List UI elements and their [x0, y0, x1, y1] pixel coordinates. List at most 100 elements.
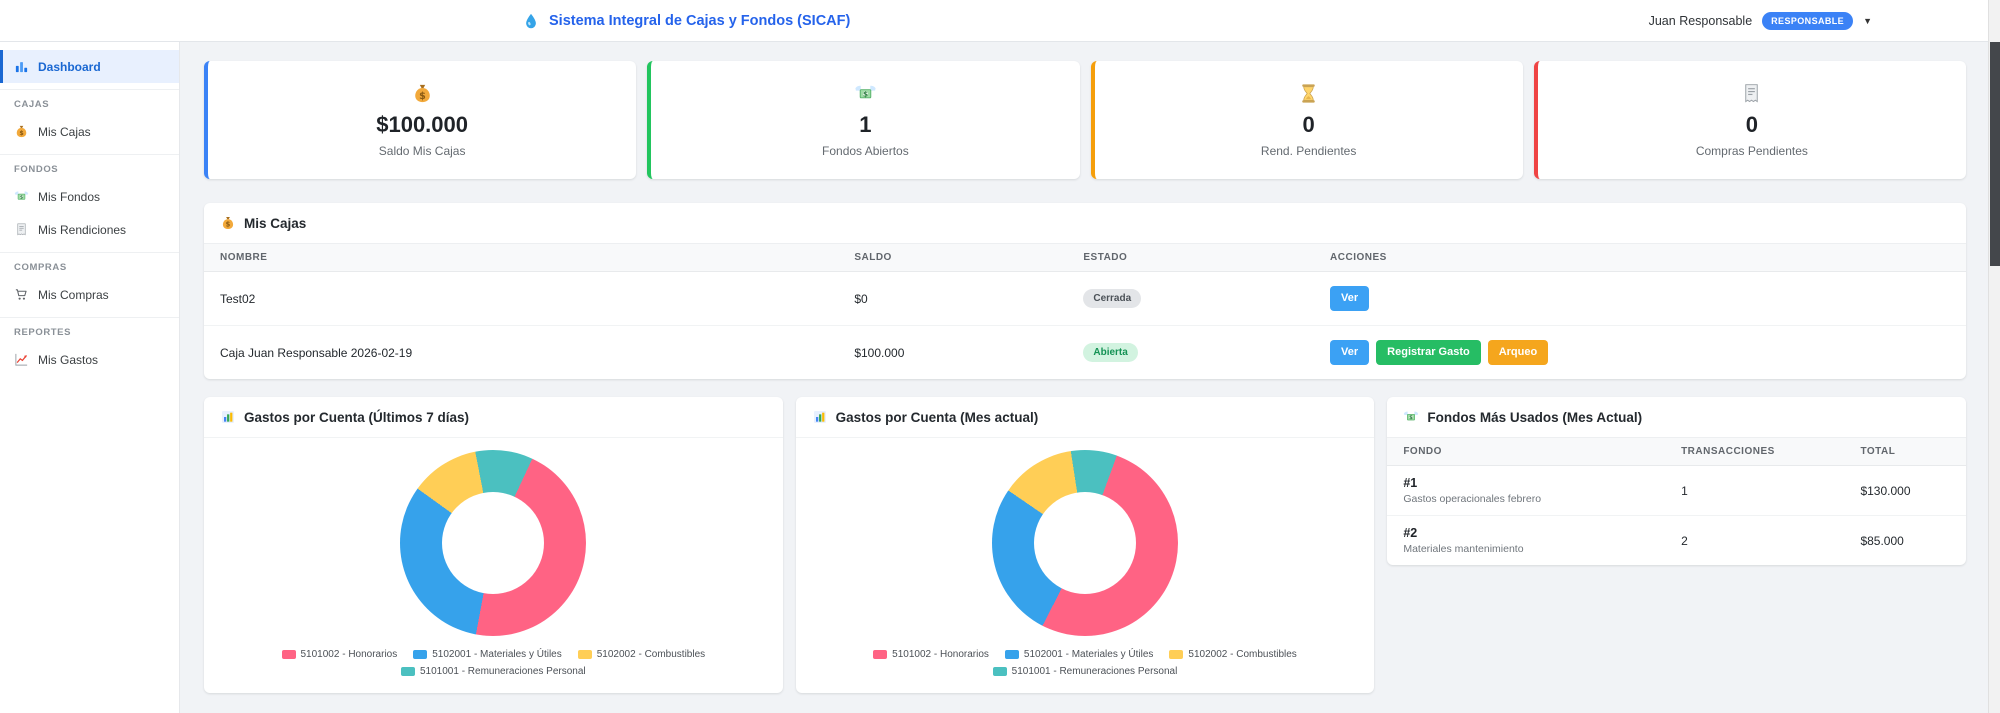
- legend-label: 5102002 - Combustibles: [596, 649, 706, 661]
- chart-title: Gastos por Cuenta (Mes actual): [835, 409, 1039, 425]
- legend-swatch: [1169, 650, 1184, 660]
- chevron-down-icon[interactable]: ▼: [1863, 16, 1872, 26]
- mis-cajas-tbody: Test02 $0 Cerrada Ver Caja Juan Responsable …: [204, 271, 1966, 380]
- fondos-table: FONDO TRANSACCIONES TOTAL #1 Gastos opera…: [1387, 437, 1966, 565]
- cell-acciones: Ver: [1314, 271, 1966, 327]
- card-title: Fondos Más Usados (Mes Actual): [1427, 409, 1643, 425]
- table-row: Caja Juan Responsable 2026-02-19 $100.000…: [204, 326, 1966, 380]
- legend-item[interactable]: 5102002 - Combustibles: [577, 649, 706, 661]
- svg-text:$: $: [863, 90, 868, 99]
- legend-item[interactable]: 5102002 - Combustibles: [1169, 649, 1297, 661]
- app-root: Sistema Integral de Cajas y Fondos (SICA…: [0, 0, 2000, 713]
- sidebar-item-mis-cajas[interactable]: $ Mis Cajas: [0, 115, 179, 148]
- role-badge: RESPONSABLE: [1762, 11, 1854, 30]
- column-header-total: TOTAL: [1844, 437, 1966, 467]
- main-content: $ $100.000 Saldo Mis Cajas $1 Fondos Abierto…: [180, 42, 2000, 713]
- chart-card-gastos-7-dias: Gastos por Cuenta (Últimos 7 días) 51010…: [204, 397, 783, 694]
- stat-label: Rend. Pendientes: [1260, 143, 1357, 158]
- registrar-gasto-button[interactable]: Registrar Gasto: [1376, 340, 1481, 366]
- cell-transacciones: 1: [1665, 465, 1845, 517]
- legend-label: 5102002 - Combustibles: [1188, 649, 1297, 661]
- stat-label: Compras Pendientes: [1695, 143, 1808, 158]
- cell-nombre: Caja Juan Responsable 2026-02-19: [220, 345, 413, 360]
- stat-value: 0: [1302, 112, 1315, 138]
- sidebar-item-mis-compras[interactable]: Mis Compras: [0, 278, 179, 311]
- stat-card-rend-pendientes: 0 Rend. Pendientes: [1090, 61, 1523, 179]
- stat-card-compras-pendientes: 0 Compras Pendientes: [1533, 61, 1966, 179]
- bar-chart-icon: [220, 409, 236, 425]
- legend-label: 5101002 - Honorarios: [300, 649, 398, 661]
- stat-value: 1: [859, 112, 872, 138]
- money-bag-icon: $: [220, 215, 236, 231]
- legend-swatch: [992, 667, 1007, 677]
- hourglass-icon: [1297, 82, 1320, 105]
- table-head: NOMBRE SALDO ESTADO ACCIONES: [204, 243, 1966, 272]
- svg-text:$: $: [419, 91, 426, 102]
- ver-button[interactable]: Ver: [1330, 340, 1370, 366]
- fondos-card: $ Fondos Más Usados (Mes Actual) FONDO T…: [1387, 397, 1966, 566]
- scrollbar-thumb[interactable]: [1990, 42, 2000, 266]
- ver-button[interactable]: Ver: [1330, 286, 1370, 312]
- chart-legend: 5101002 - Honorarios 5102001 - Materiales…: [263, 649, 723, 677]
- legend-item[interactable]: 5101002 - Honorarios: [281, 649, 398, 661]
- sidebar-item-mis-gastos[interactable]: Mis Gastos: [0, 343, 179, 376]
- cell-saldo: $100.000: [854, 345, 905, 360]
- mis-cajas-table: NOMBRE SALDO ESTADO ACCIONES Test02 $0 Cer…: [204, 243, 1966, 379]
- chart-legend: 5101002 - Honorarios 5102001 - Materiales…: [855, 649, 1315, 677]
- column-header-acciones: ACCIONES: [1314, 243, 1966, 272]
- mis-cajas-card-header: $ Mis Cajas: [204, 203, 1966, 243]
- sidebar-item-dashboard[interactable]: Dashboard: [0, 50, 179, 83]
- chart-body: 5101002 - Honorarios 5102001 - Materiales…: [796, 438, 1375, 677]
- bar-chart-icon: [812, 409, 828, 425]
- user-name: Juan Responsable: [1648, 13, 1753, 28]
- legend-item[interactable]: 5101001 - Remuneraciones Personal: [992, 666, 1178, 678]
- charts-row: Gastos por Cuenta (Últimos 7 días) 51010…: [204, 397, 1966, 694]
- arqueo-button[interactable]: Arqueo: [1487, 340, 1549, 366]
- user-menu[interactable]: Juan Responsable RESPONSABLE ▼: [1649, 0, 1872, 41]
- legend-item[interactable]: 5101001 - Remuneraciones Personal: [400, 666, 586, 677]
- donut-chart: [400, 450, 587, 637]
- sidebar-section-compras: COMPRAS: [0, 252, 179, 278]
- legend-swatch: [281, 650, 296, 660]
- table-row: #2 Materiales mantenimiento 2 $85.000: [1387, 516, 1966, 566]
- chart-card-header: Gastos por Cuenta (Últimos 7 días): [204, 397, 783, 439]
- app-title: Sistema Integral de Cajas y Fondos (SICA…: [549, 12, 851, 29]
- stat-card-saldo-mis-cajas: $ $100.000 Saldo Mis Cajas: [204, 61, 637, 179]
- legend-label: 5102001 - Materiales y Útiles: [1023, 649, 1154, 661]
- mis-cajas-card: $ Mis Cajas NOMBRE SALDO ESTADO ACCIONES…: [204, 203, 1966, 380]
- scrollbar[interactable]: [1988, 0, 2000, 713]
- svg-text:$: $: [226, 221, 231, 229]
- cart-icon: [14, 287, 29, 302]
- receipt-icon: [1740, 82, 1763, 105]
- legend-item[interactable]: 5102001 - Materiales y Útiles: [1004, 649, 1154, 661]
- sidebar-item-mis-fondos[interactable]: $ Mis Fondos: [0, 180, 179, 213]
- fondo-desc: Materiales mantenimiento: [1403, 543, 1524, 556]
- table-row: #1 Gastos operacionales febrero 1 $130.000: [1387, 465, 1966, 517]
- fondo-desc: Gastos operacionales febrero: [1403, 493, 1542, 506]
- cell-total: $85.000: [1860, 533, 1904, 548]
- cell-acciones: Ver Registrar Gasto Arqueo: [1314, 326, 1966, 380]
- chart-card-header: Gastos por Cuenta (Mes actual): [795, 397, 1375, 439]
- sidebar-item-label: Mis Fondos: [38, 189, 101, 204]
- chart-card-gastos-mes-actual: Gastos por Cuenta (Mes actual) 5101002 -…: [795, 397, 1375, 694]
- fondos-card-header: $ Fondos Más Usados (Mes Actual): [1387, 397, 1966, 437]
- chart-up-icon: [14, 352, 29, 367]
- fondos-tbody: #1 Gastos operacionales febrero 1 $130.000 #…: [1387, 465, 1966, 566]
- legend-label: 5101002 - Honorarios: [892, 649, 989, 661]
- legend-item[interactable]: 5102001 - Materiales y Útiles: [413, 649, 562, 660]
- legend-item[interactable]: 5101002 - Honorarios: [873, 649, 989, 660]
- legend-swatch: [413, 650, 428, 660]
- money-bag-icon: $: [411, 82, 434, 105]
- column-header-nombre: NOMBRE: [204, 243, 839, 272]
- cell-transacciones: 2: [1681, 533, 1688, 548]
- sidebar-section-fondos: FONDOS: [0, 154, 179, 180]
- legend-label: 5101001 - Remuneraciones Personal: [1011, 666, 1178, 678]
- column-header-estado: ESTADO: [1067, 243, 1315, 272]
- sidebar-item-mis-rendiciones[interactable]: Mis Rendiciones: [0, 213, 179, 246]
- cell-estado: Cerrada: [1067, 271, 1315, 327]
- sidebar-section-cajas: CAJAS: [0, 89, 179, 115]
- table-row: Test02 $0 Cerrada Ver: [204, 271, 1966, 327]
- cell-total: $130.000: [1844, 465, 1966, 517]
- sidebar-section-reportes: REPORTES: [0, 317, 179, 343]
- sidebar-item-label: Dashboard: [38, 59, 101, 74]
